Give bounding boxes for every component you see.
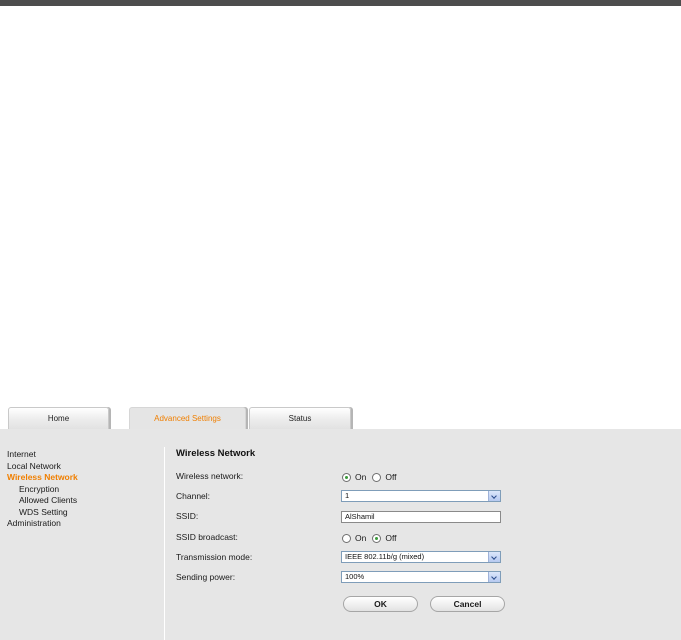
ssid-input[interactable]: AlShamil (341, 511, 501, 523)
sidebar-item-encryption[interactable]: Encryption (7, 484, 157, 496)
tab-status[interactable]: Status (249, 407, 351, 429)
chevron-down-icon[interactable] (488, 572, 500, 582)
wireless-network-on-label: On (355, 472, 367, 482)
sidebar-item-allowed-clients[interactable]: Allowed Clients (7, 495, 157, 507)
content-divider (164, 447, 165, 640)
transmission-mode-label: Transmission mode: (176, 552, 253, 562)
ok-button[interactable]: OK (343, 596, 418, 612)
channel-value: 1 (345, 491, 350, 500)
sidebar-nav: Internet Local Network Wireless Network … (7, 449, 157, 530)
ssid-label: SSID: (176, 511, 199, 521)
chevron-down-icon[interactable] (488, 491, 500, 501)
sidebar-item-administration[interactable]: Administration (7, 518, 157, 530)
main-tabs: Home Advanced Settings Status (8, 407, 681, 429)
transmission-mode-value: IEEE 802.11b/g (mixed) (345, 552, 425, 561)
sidebar-item-wds-setting[interactable]: WDS Setting (7, 507, 157, 519)
sending-power-select[interactable]: 100% (341, 571, 501, 583)
sending-power-label: Sending power: (176, 572, 236, 582)
sidebar-item-internet[interactable]: Internet (7, 449, 157, 461)
ssid-broadcast-on-label: On (355, 533, 367, 543)
ssid-broadcast-off-label: Off (385, 533, 397, 543)
ssid-broadcast-radio-group: On Off (342, 533, 403, 543)
sending-power-value: 100% (345, 572, 365, 581)
wireless-network-radio-group: On Off (342, 472, 403, 482)
tab-advanced-settings[interactable]: Advanced Settings (129, 407, 246, 429)
channel-select[interactable]: 1 (341, 490, 501, 502)
wireless-network-label: Wireless network: (176, 471, 244, 481)
wireless-network-off-label: Off (385, 472, 397, 482)
channel-label: Channel: (176, 491, 211, 501)
chevron-down-icon[interactable] (488, 552, 500, 562)
ssid-broadcast-label: SSID broadcast: (176, 532, 238, 542)
transmission-mode-select[interactable]: IEEE 802.11b/g (mixed) (341, 551, 501, 563)
cancel-button[interactable]: Cancel (430, 596, 505, 612)
ssid-broadcast-off-radio[interactable] (372, 533, 382, 543)
sidebar-item-wireless-network[interactable]: Wireless Network (7, 472, 157, 484)
page-title: Wireless Network (176, 448, 256, 459)
ssid-broadcast-on-radio[interactable] (342, 533, 351, 543)
wireless-network-off-radio[interactable] (372, 472, 382, 482)
tab-home[interactable]: Home (8, 407, 109, 429)
wireless-network-on-radio[interactable] (342, 472, 351, 482)
sidebar-item-local-network[interactable]: Local Network (7, 461, 157, 473)
top-bar (0, 0, 681, 6)
